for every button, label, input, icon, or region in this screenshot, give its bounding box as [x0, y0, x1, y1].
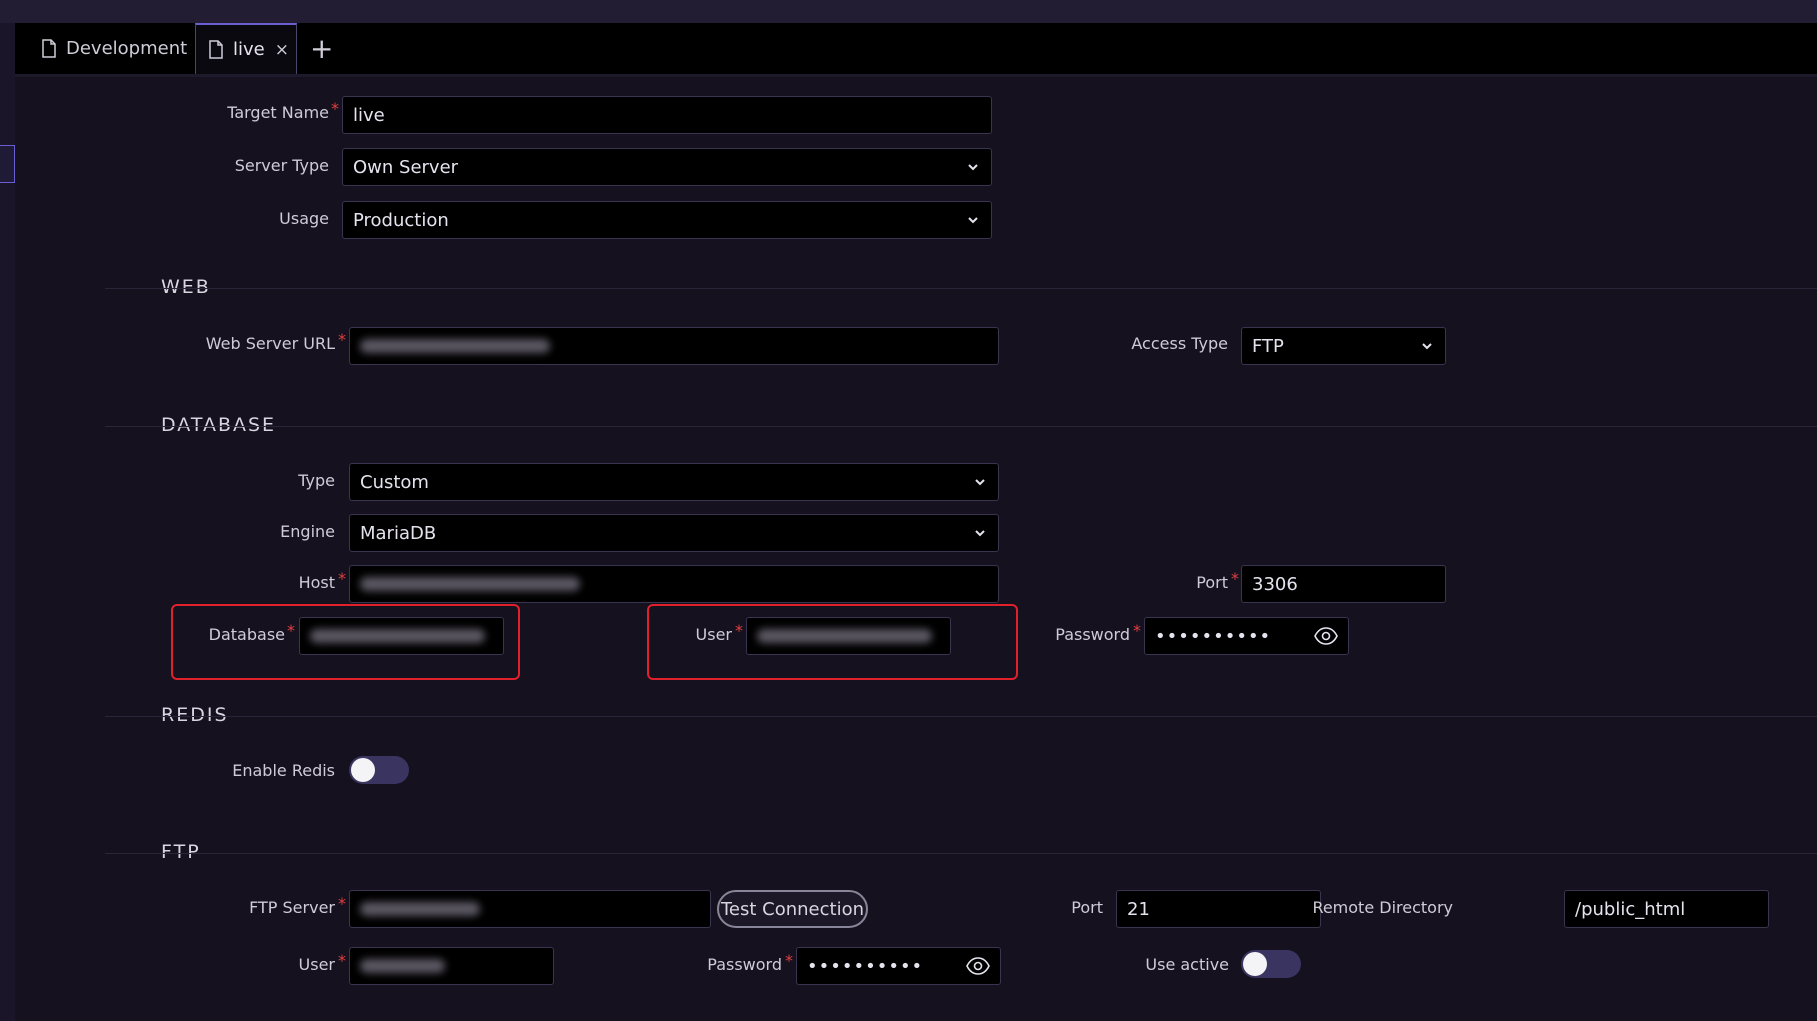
db-port-label: Port — [1196, 573, 1228, 592]
tab-bar-divider — [15, 74, 1817, 77]
add-tab-button[interactable]: + — [310, 23, 333, 74]
tab-bar: Development live × + — [15, 23, 1817, 74]
section-divider — [105, 288, 1817, 289]
chevron-down-icon — [975, 479, 985, 486]
ftp-password-input[interactable]: •••••••••• — [796, 947, 1001, 985]
file-icon — [209, 40, 223, 59]
selected-value: Production — [353, 209, 449, 231]
db-engine-select[interactable]: MariaDB — [349, 514, 999, 552]
redacted-value — [360, 902, 480, 916]
required-marker: * — [338, 330, 346, 349]
db-engine-label: Engine — [280, 522, 335, 541]
section-divider — [105, 853, 1817, 854]
redacted-value — [310, 629, 485, 643]
db-type-label: Type — [298, 471, 335, 490]
sidebar-active-marker[interactable] — [0, 145, 15, 183]
toggle-knob — [1243, 952, 1267, 976]
server-type-select[interactable]: Own Server — [342, 148, 992, 186]
show-password-eye-icon[interactable] — [966, 957, 990, 975]
required-marker: * — [1231, 569, 1239, 588]
use-active-toggle[interactable] — [1241, 950, 1301, 978]
selected-value: Own Server — [353, 156, 459, 178]
web-server-url-input[interactable] — [349, 327, 999, 365]
chevron-down-icon — [1422, 343, 1432, 350]
section-divider — [105, 426, 1817, 427]
required-marker: * — [1133, 621, 1141, 640]
tab-label: Development — [66, 38, 188, 59]
section-title-database: DATABASE — [161, 414, 277, 436]
server-type-label: Server Type — [234, 156, 329, 175]
required-marker: * — [785, 951, 793, 970]
tab-development[interactable]: Development — [28, 23, 198, 74]
required-marker: * — [338, 951, 346, 970]
db-user-input[interactable] — [746, 617, 951, 655]
section-title-ftp: FTP — [161, 841, 201, 863]
ftp-user-label: User — [298, 955, 335, 974]
ftp-server-label: FTP Server — [249, 898, 335, 917]
redacted-value — [757, 629, 932, 643]
db-port-input[interactable] — [1241, 565, 1446, 603]
ftp-password-label: Password — [707, 955, 782, 974]
redacted-value — [360, 959, 445, 973]
db-host-input[interactable] — [349, 565, 999, 603]
file-icon — [42, 39, 56, 58]
section-divider — [105, 716, 1817, 717]
selected-value: MariaDB — [360, 522, 437, 544]
chevron-down-icon — [968, 164, 978, 171]
usage-label: Usage — [279, 209, 329, 228]
enable-redis-toggle[interactable] — [349, 756, 409, 784]
window-top-strip — [0, 0, 1817, 23]
required-marker: * — [735, 621, 743, 640]
test-connection-button[interactable]: Test Connection — [717, 890, 868, 928]
masked-password: •••••••••• — [1155, 625, 1272, 647]
db-password-label: Password — [1055, 625, 1130, 644]
toggle-knob — [351, 758, 375, 782]
db-password-input[interactable]: •••••••••• — [1144, 617, 1349, 655]
show-password-eye-icon[interactable] — [1314, 627, 1338, 645]
db-name-input[interactable] — [299, 617, 504, 655]
section-title-web: WEB — [161, 276, 211, 298]
masked-password: •••••••••• — [807, 955, 924, 977]
db-name-label: Database — [208, 625, 285, 644]
access-type-select[interactable]: FTP — [1241, 327, 1446, 365]
chevron-down-icon — [968, 217, 978, 224]
tab-label: live — [233, 39, 265, 60]
enable-redis-label: Enable Redis — [232, 761, 335, 780]
required-marker: * — [338, 569, 346, 588]
access-type-label: Access Type — [1131, 334, 1228, 353]
required-marker: * — [338, 894, 346, 913]
chevron-down-icon — [975, 530, 985, 537]
tab-live[interactable]: live × — [195, 23, 297, 74]
redacted-value — [360, 339, 550, 353]
selected-value: FTP — [1252, 335, 1284, 357]
remote-directory-label: Remote Directory — [1312, 898, 1453, 917]
ftp-port-input[interactable] — [1116, 890, 1321, 928]
usage-select[interactable]: Production — [342, 201, 992, 239]
ftp-port-label: Port — [1071, 898, 1103, 917]
web-server-url-label: Web Server URL — [205, 334, 335, 353]
target-name-label: Target Name — [227, 103, 329, 122]
ftp-user-input[interactable] — [349, 947, 554, 985]
use-active-label: Use active — [1145, 955, 1229, 974]
db-user-label: User — [695, 625, 732, 644]
remote-directory-input[interactable] — [1564, 890, 1769, 928]
redacted-value — [360, 577, 580, 591]
required-marker: * — [287, 621, 295, 640]
selected-value: Custom — [360, 471, 429, 493]
target-name-input[interactable] — [342, 96, 992, 134]
ftp-server-input[interactable] — [349, 890, 711, 928]
close-tab-icon[interactable]: × — [275, 40, 289, 60]
section-title-redis: REDIS — [161, 704, 229, 726]
db-host-label: Host — [298, 573, 335, 592]
required-marker: * — [331, 99, 339, 118]
db-type-select[interactable]: Custom — [349, 463, 999, 501]
